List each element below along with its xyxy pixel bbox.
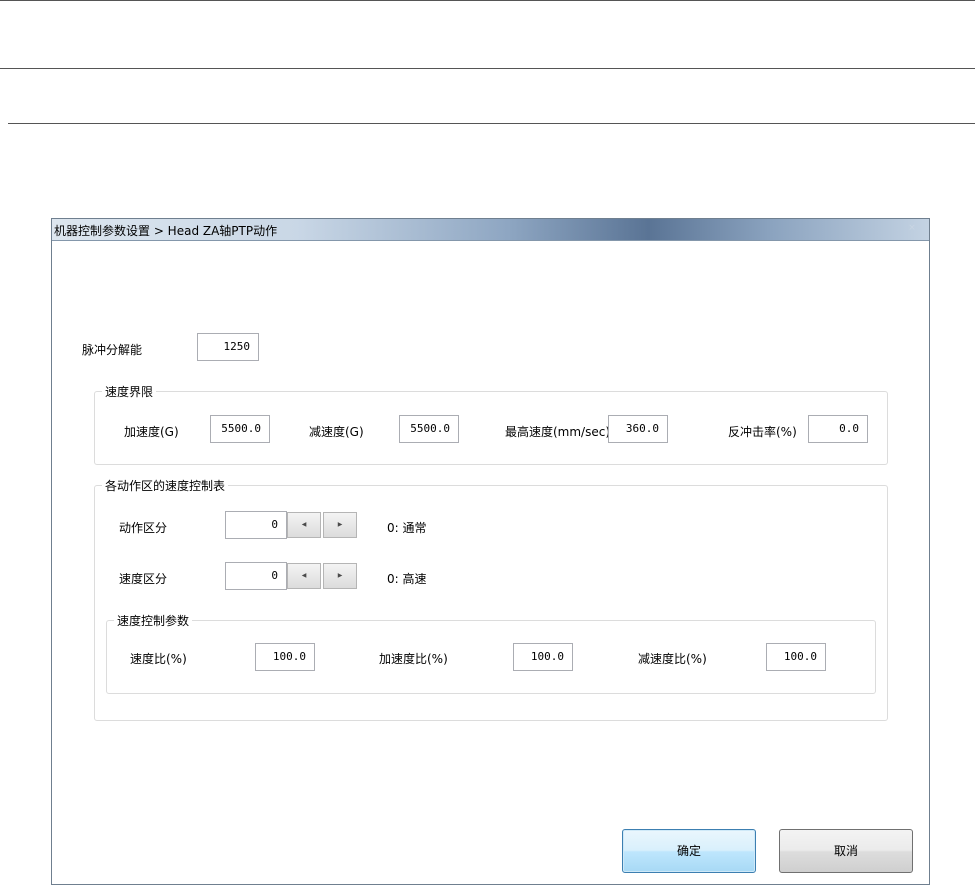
pulse-resolution-input[interactable]: 1250 bbox=[197, 333, 259, 361]
window-title: 机器控制参数设置 > Head ZA轴PTP动作 bbox=[54, 224, 278, 238]
ok-button[interactable]: 确定 bbox=[622, 829, 756, 873]
arrow-right-icon: ▶ bbox=[337, 521, 343, 528]
pulse-resolution-label: 脉冲分解能 bbox=[82, 343, 143, 357]
action-section-increment-button[interactable]: ▶ bbox=[323, 512, 357, 538]
close-icon[interactable]: × bbox=[907, 223, 917, 233]
speed-section-desc: 0: 高速 bbox=[387, 572, 427, 586]
cancel-button[interactable]: 取消 bbox=[779, 829, 913, 873]
action-section-desc: 0: 通常 bbox=[387, 521, 427, 535]
speed-section-input[interactable]: 0 bbox=[225, 562, 287, 590]
speed-limit-title: 速度界限 bbox=[102, 383, 157, 400]
parameter-dialog: 机器控制参数设置 > Head ZA轴PTP动作 × 脉冲分解能 1250 速度… bbox=[51, 218, 930, 885]
middle-rule bbox=[0, 68, 975, 69]
speed-control-params-group: 速度控制参数 速度比(%) 100.0 加速度比(%) 100.0 减速度比(%… bbox=[106, 612, 876, 694]
accel-label: 加速度(G) bbox=[124, 425, 179, 439]
action-section-input[interactable]: 0 bbox=[225, 511, 287, 539]
action-section-label: 动作区分 bbox=[119, 521, 168, 535]
arrow-left-icon: ◀ bbox=[301, 521, 307, 528]
speed-control-table-group: 各动作区的速度控制表 动作区分 0 ◀ ▶ 0: 通常 速度区分 0 ◀ ▶ 0… bbox=[94, 477, 888, 721]
speed-ratio-label: 速度比(%) bbox=[130, 652, 187, 666]
speed-control-table-title: 各动作区的速度控制表 bbox=[102, 477, 229, 494]
dialog-body: 脉冲分解能 1250 速度界限 加速度(G) 5500.0 减速度(G) 550… bbox=[52, 241, 929, 884]
recoil-rate-label: 反冲击率(%) bbox=[728, 425, 797, 439]
accel-input[interactable]: 5500.0 bbox=[210, 415, 270, 443]
recoil-rate-input[interactable]: 0.0 bbox=[808, 415, 868, 443]
arrow-right-icon: ▶ bbox=[337, 572, 343, 579]
accel-ratio-label: 加速度比(%) bbox=[379, 652, 448, 666]
speed-section-increment-button[interactable]: ▶ bbox=[323, 563, 357, 589]
action-section-decrement-button[interactable]: ◀ bbox=[287, 512, 321, 538]
speed-control-params-title: 速度控制参数 bbox=[114, 612, 193, 629]
decel-label: 减速度(G) bbox=[309, 425, 364, 439]
speed-section-label: 速度区分 bbox=[119, 572, 168, 586]
max-speed-label: 最高速度(mm/sec) bbox=[505, 425, 611, 439]
decel-input[interactable]: 5500.0 bbox=[399, 415, 459, 443]
max-speed-input[interactable]: 360.0 bbox=[608, 415, 668, 443]
bottom-rule bbox=[8, 123, 975, 124]
decel-ratio-input[interactable]: 100.0 bbox=[766, 643, 826, 671]
title-bar[interactable]: 机器控制参数设置 > Head ZA轴PTP动作 × bbox=[52, 219, 929, 241]
decel-ratio-label: 减速度比(%) bbox=[638, 652, 707, 666]
accel-ratio-input[interactable]: 100.0 bbox=[513, 643, 573, 671]
speed-ratio-input[interactable]: 100.0 bbox=[255, 643, 315, 671]
arrow-left-icon: ◀ bbox=[301, 572, 307, 579]
speed-section-decrement-button[interactable]: ◀ bbox=[287, 563, 321, 589]
top-rule bbox=[0, 0, 975, 1]
speed-limit-group: 速度界限 加速度(G) 5500.0 减速度(G) 5500.0 最高速度(mm… bbox=[94, 383, 888, 465]
